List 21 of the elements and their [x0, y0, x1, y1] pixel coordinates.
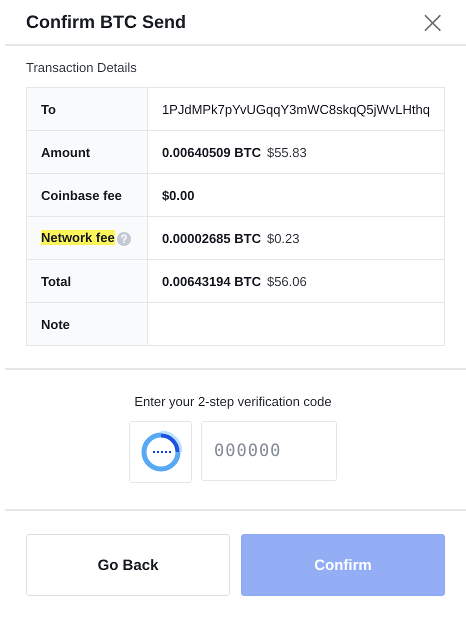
usd-amount: $56.06 [266, 274, 307, 288]
row-label: Note [41, 316, 70, 332]
usd-amount: $0.23 [266, 230, 300, 246]
crypto-amount: 0.00002685 BTC [162, 230, 261, 246]
row-label: To [41, 102, 56, 116]
code-input[interactable]: 000000 [201, 421, 337, 481]
timer-icon [140, 431, 182, 473]
row-label: Total [41, 274, 72, 288]
help-icon[interactable] [116, 232, 131, 246]
row-label: Amount [41, 144, 90, 160]
verification-prompt: Enter your 2-step verification code [134, 394, 332, 409]
crypto-amount: $0.00 [162, 188, 194, 202]
back-button[interactable]: Go Back [26, 534, 230, 596]
dialog-title: Confirm BTC Send [26, 12, 186, 32]
usd-amount: $55.83 [266, 144, 307, 160]
crypto-amount: 0.00643194 BTC [162, 274, 261, 288]
crypto-amount: 0.00640509 BTC [162, 144, 261, 160]
row-label: Network fee [41, 230, 115, 246]
section-heading: Transaction Details [26, 60, 138, 75]
address-value: 1PJdMPk7pYvUGqqY3mWC8skqQ5jWvLHthq [162, 102, 430, 116]
row-label: Coinbase fee [41, 188, 122, 202]
